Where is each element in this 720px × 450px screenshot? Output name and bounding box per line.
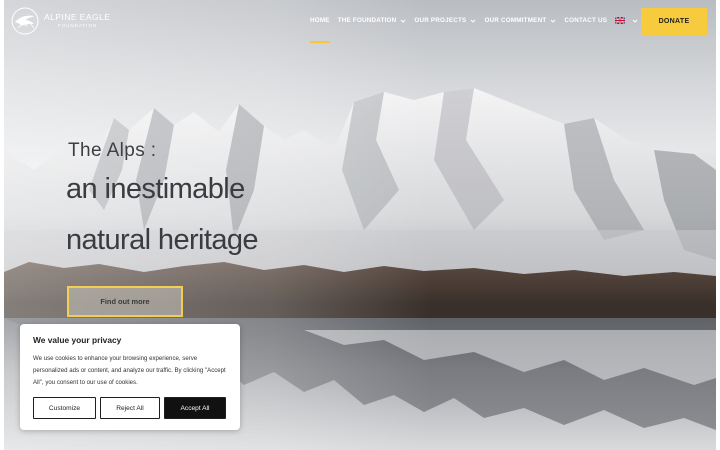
cookie-consent-banner: We value your privacy We use cookies to … — [20, 324, 240, 430]
main-nav: HOME THE FOUNDATION OUR PROJECTS OUR COM… — [310, 17, 646, 43]
cookie-title: We value your privacy — [33, 335, 122, 345]
cookie-accept-all-button[interactable]: Accept All — [164, 397, 226, 419]
chevron-down-icon — [551, 19, 556, 23]
brand-tagline: FOUNDATION — [58, 23, 98, 28]
language-selector[interactable] — [615, 17, 638, 24]
cookie-customize-button[interactable]: Customize — [33, 397, 96, 419]
nav-item-our-projects[interactable]: OUR PROJECTS — [414, 17, 476, 24]
hero-kicker: The Alps : — [68, 140, 157, 161]
nav-item-home[interactable]: HOME — [310, 17, 330, 43]
hero-title-line-1: an inestimable — [66, 173, 245, 205]
donate-button[interactable]: DONATE — [641, 8, 707, 35]
nav-item-label: CONTACT US — [564, 17, 608, 24]
brand-logo[interactable]: ALPINE EAGLE FOUNDATION — [10, 6, 110, 36]
cookie-reject-all-button[interactable]: Reject All — [100, 397, 160, 419]
eagle-logo-icon — [11, 7, 39, 35]
hero-title-line-2: natural heritage — [66, 224, 259, 256]
cookie-actions: Customize Reject All Accept All — [33, 397, 226, 419]
nav-item-label: HOME — [310, 17, 330, 24]
nav-item-label: OUR PROJECTS — [414, 17, 467, 24]
nav-item-our-commitment[interactable]: OUR COMMITMENT — [484, 17, 556, 24]
chevron-down-icon — [632, 19, 638, 23]
chevron-down-icon — [471, 19, 476, 23]
nav-item-label: OUR COMMITMENT — [484, 17, 547, 24]
hero-section: ALPINE EAGLE FOUNDATION HOME THE FOUNDAT… — [4, 0, 716, 450]
nav-item-the-foundation[interactable]: THE FOUNDATION — [338, 17, 407, 24]
find-out-more-button[interactable]: Find out more — [67, 286, 183, 317]
brand-name: ALPINE EAGLE — [44, 12, 111, 23]
nav-item-label: THE FOUNDATION — [337, 17, 397, 24]
uk-flag-icon — [615, 17, 626, 24]
chevron-down-icon — [401, 19, 406, 23]
nav-item-contact-us[interactable]: CONTACT US — [564, 17, 607, 24]
cookie-description: We use cookies to enhance your browsing … — [33, 355, 226, 386]
site-header: ALPINE EAGLE FOUNDATION HOME THE FOUNDAT… — [4, 0, 716, 44]
